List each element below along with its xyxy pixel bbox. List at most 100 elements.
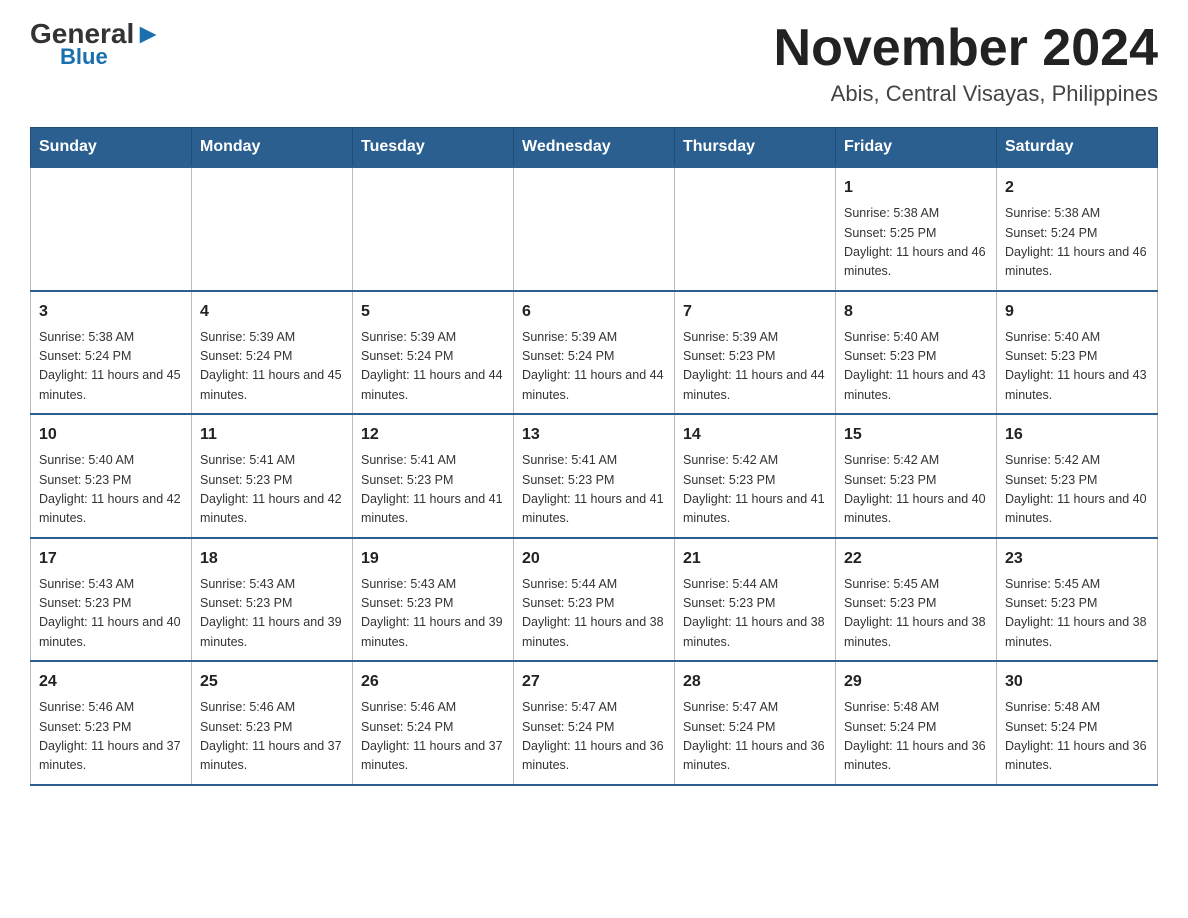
day-info: Sunrise: 5:43 AM Sunset: 5:23 PM Dayligh…	[361, 575, 505, 653]
day-info: Sunrise: 5:41 AM Sunset: 5:23 PM Dayligh…	[522, 451, 666, 529]
calendar-cell: 24 Sunrise: 5:46 AM Sunset: 5:23 PM Dayli…	[31, 661, 192, 785]
day-number: 26	[361, 670, 505, 694]
day-number: 21	[683, 547, 827, 571]
header-thursday: Thursday	[675, 128, 836, 168]
day-number: 14	[683, 423, 827, 447]
header-friday: Friday	[836, 128, 997, 168]
day-number: 15	[844, 423, 988, 447]
day-info: Sunrise: 5:48 AM Sunset: 5:24 PM Dayligh…	[844, 698, 988, 776]
calendar-header-row: SundayMondayTuesdayWednesdayThursdayFrid…	[31, 128, 1158, 168]
day-number: 22	[844, 547, 988, 571]
calendar-cell: 29 Sunrise: 5:48 AM Sunset: 5:24 PM Dayli…	[836, 661, 997, 785]
calendar-cell: 4 Sunrise: 5:39 AM Sunset: 5:24 PM Daylig…	[192, 291, 353, 415]
day-number: 8	[844, 300, 988, 324]
day-info: Sunrise: 5:44 AM Sunset: 5:23 PM Dayligh…	[522, 575, 666, 653]
week-row-4: 17 Sunrise: 5:43 AM Sunset: 5:23 PM Dayli…	[31, 538, 1158, 662]
day-info: Sunrise: 5:45 AM Sunset: 5:23 PM Dayligh…	[844, 575, 988, 653]
day-number: 28	[683, 670, 827, 694]
day-number: 4	[200, 300, 344, 324]
day-number: 5	[361, 300, 505, 324]
calendar-cell	[192, 167, 353, 291]
day-number: 20	[522, 547, 666, 571]
calendar-cell: 20 Sunrise: 5:44 AM Sunset: 5:23 PM Dayli…	[514, 538, 675, 662]
day-number: 2	[1005, 176, 1149, 200]
calendar-cell: 19 Sunrise: 5:43 AM Sunset: 5:23 PM Dayli…	[353, 538, 514, 662]
calendar-cell: 10Sunrise: 5:40 AM Sunset: 5:23 PM Dayli…	[31, 414, 192, 538]
calendar-cell: 2 Sunrise: 5:38 AM Sunset: 5:24 PM Daylig…	[997, 167, 1158, 291]
day-number: 23	[1005, 547, 1149, 571]
day-info: Sunrise: 5:39 AM Sunset: 5:24 PM Dayligh…	[200, 328, 344, 406]
calendar-cell: 7 Sunrise: 5:39 AM Sunset: 5:23 PM Daylig…	[675, 291, 836, 415]
logo-arrow-icon: ►	[134, 18, 162, 49]
calendar-cell: 15Sunrise: 5:42 AM Sunset: 5:23 PM Dayli…	[836, 414, 997, 538]
calendar-table: SundayMondayTuesdayWednesdayThursdayFrid…	[30, 127, 1158, 786]
calendar-cell: 9 Sunrise: 5:40 AM Sunset: 5:23 PM Daylig…	[997, 291, 1158, 415]
day-info: Sunrise: 5:41 AM Sunset: 5:23 PM Dayligh…	[361, 451, 505, 529]
calendar-cell: 27Sunrise: 5:47 AM Sunset: 5:24 PM Dayli…	[514, 661, 675, 785]
calendar-cell: 22 Sunrise: 5:45 AM Sunset: 5:23 PM Dayli…	[836, 538, 997, 662]
day-number: 24	[39, 670, 183, 694]
day-info: Sunrise: 5:44 AM Sunset: 5:23 PM Dayligh…	[683, 575, 827, 653]
calendar-cell: 3 Sunrise: 5:38 AM Sunset: 5:24 PM Daylig…	[31, 291, 192, 415]
calendar-cell: 28 Sunrise: 5:47 AM Sunset: 5:24 PM Dayli…	[675, 661, 836, 785]
header-monday: Monday	[192, 128, 353, 168]
header-wednesday: Wednesday	[514, 128, 675, 168]
calendar-cell	[353, 167, 514, 291]
day-info: Sunrise: 5:39 AM Sunset: 5:24 PM Dayligh…	[361, 328, 505, 406]
day-info: Sunrise: 5:38 AM Sunset: 5:25 PM Dayligh…	[844, 204, 988, 282]
calendar-cell: 17 Sunrise: 5:43 AM Sunset: 5:23 PM Dayli…	[31, 538, 192, 662]
day-info: Sunrise: 5:46 AM Sunset: 5:24 PM Dayligh…	[361, 698, 505, 776]
day-info: Sunrise: 5:46 AM Sunset: 5:23 PM Dayligh…	[39, 698, 183, 776]
calendar-cell: 5 Sunrise: 5:39 AM Sunset: 5:24 PM Daylig…	[353, 291, 514, 415]
day-number: 17	[39, 547, 183, 571]
day-info: Sunrise: 5:42 AM Sunset: 5:23 PM Dayligh…	[1005, 451, 1149, 529]
calendar-cell: 14 Sunrise: 5:42 AM Sunset: 5:23 PM Dayli…	[675, 414, 836, 538]
day-number: 6	[522, 300, 666, 324]
calendar-cell	[675, 167, 836, 291]
day-info: Sunrise: 5:39 AM Sunset: 5:24 PM Dayligh…	[522, 328, 666, 406]
logo-blue-text: Blue	[60, 44, 108, 70]
day-number: 11	[200, 423, 344, 447]
day-info: Sunrise: 5:46 AM Sunset: 5:23 PM Dayligh…	[200, 698, 344, 776]
day-info: Sunrise: 5:42 AM Sunset: 5:23 PM Dayligh…	[683, 451, 827, 529]
calendar-cell: 6 Sunrise: 5:39 AM Sunset: 5:24 PM Daylig…	[514, 291, 675, 415]
day-number: 9	[1005, 300, 1149, 324]
day-info: Sunrise: 5:40 AM Sunset: 5:23 PM Dayligh…	[39, 451, 183, 529]
calendar-cell: 23Sunrise: 5:45 AM Sunset: 5:23 PM Dayli…	[997, 538, 1158, 662]
day-info: Sunrise: 5:40 AM Sunset: 5:23 PM Dayligh…	[1005, 328, 1149, 406]
day-number: 27	[522, 670, 666, 694]
calendar-cell: 25 Sunrise: 5:46 AM Sunset: 5:23 PM Dayli…	[192, 661, 353, 785]
day-info: Sunrise: 5:38 AM Sunset: 5:24 PM Dayligh…	[1005, 204, 1149, 282]
week-row-2: 3 Sunrise: 5:38 AM Sunset: 5:24 PM Daylig…	[31, 291, 1158, 415]
calendar-cell: 18 Sunrise: 5:43 AM Sunset: 5:23 PM Dayli…	[192, 538, 353, 662]
day-info: Sunrise: 5:39 AM Sunset: 5:23 PM Dayligh…	[683, 328, 827, 406]
calendar-cell: 13Sunrise: 5:41 AM Sunset: 5:23 PM Dayli…	[514, 414, 675, 538]
day-info: Sunrise: 5:40 AM Sunset: 5:23 PM Dayligh…	[844, 328, 988, 406]
day-number: 7	[683, 300, 827, 324]
calendar-cell: 26 Sunrise: 5:46 AM Sunset: 5:24 PM Dayli…	[353, 661, 514, 785]
day-info: Sunrise: 5:38 AM Sunset: 5:24 PM Dayligh…	[39, 328, 183, 406]
day-info: Sunrise: 5:43 AM Sunset: 5:23 PM Dayligh…	[39, 575, 183, 653]
day-number: 18	[200, 547, 344, 571]
day-info: Sunrise: 5:48 AM Sunset: 5:24 PM Dayligh…	[1005, 698, 1149, 776]
day-info: Sunrise: 5:43 AM Sunset: 5:23 PM Dayligh…	[200, 575, 344, 653]
day-number: 1	[844, 176, 988, 200]
header-sunday: Sunday	[31, 128, 192, 168]
day-info: Sunrise: 5:47 AM Sunset: 5:24 PM Dayligh…	[683, 698, 827, 776]
location-text: Abis, Central Visayas, Philippines	[774, 81, 1158, 107]
calendar-cell	[514, 167, 675, 291]
day-number: 12	[361, 423, 505, 447]
calendar-cell: 12 Sunrise: 5:41 AM Sunset: 5:23 PM Dayli…	[353, 414, 514, 538]
week-row-5: 24 Sunrise: 5:46 AM Sunset: 5:23 PM Dayli…	[31, 661, 1158, 785]
day-number: 25	[200, 670, 344, 694]
day-info: Sunrise: 5:41 AM Sunset: 5:23 PM Dayligh…	[200, 451, 344, 529]
week-row-3: 10Sunrise: 5:40 AM Sunset: 5:23 PM Dayli…	[31, 414, 1158, 538]
day-number: 3	[39, 300, 183, 324]
header-tuesday: Tuesday	[353, 128, 514, 168]
day-number: 29	[844, 670, 988, 694]
day-number: 16	[1005, 423, 1149, 447]
calendar-cell: 1 Sunrise: 5:38 AM Sunset: 5:25 PM Daylig…	[836, 167, 997, 291]
day-number: 19	[361, 547, 505, 571]
logo: General► Blue	[30, 20, 162, 70]
calendar-cell: 8 Sunrise: 5:40 AM Sunset: 5:23 PM Daylig…	[836, 291, 997, 415]
